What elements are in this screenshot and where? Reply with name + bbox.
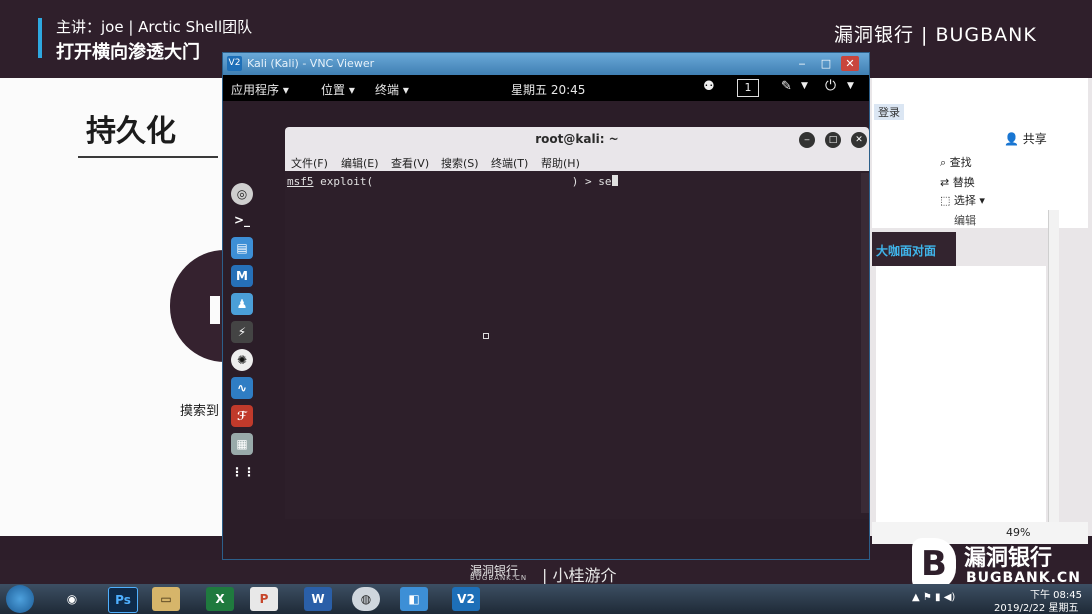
terminal-maximize-button[interactable]: □ xyxy=(825,132,841,148)
presenter-label: 主讲：joe | Arctic Shell团队 xyxy=(56,18,253,36)
maximize-button[interactable]: □ xyxy=(817,56,835,71)
terminal-header[interactable]: root@kali: ~ ‒ □ ✕ xyxy=(285,127,869,153)
bugbank-logo-cn: 漏洞银行 xyxy=(964,546,1053,571)
photoshop-icon[interactable]: Ps xyxy=(108,587,138,613)
slide-circle-mark xyxy=(210,296,220,324)
terminal-minimize-button[interactable]: ‒ xyxy=(799,132,815,148)
terminal-window[interactable]: root@kali: ~ ‒ □ ✕ 文件(F) 编辑(E) 查看(V) 搜索(… xyxy=(285,127,869,519)
menu-file[interactable]: 文件(F) xyxy=(291,155,328,171)
start-button[interactable] xyxy=(6,585,34,613)
system-tray[interactable]: ▲ ⚑ ▮ ◀) xyxy=(912,592,955,603)
vnc-icon[interactable]: V2 xyxy=(452,587,480,611)
word-icon[interactable]: W xyxy=(304,587,332,611)
chevron-down-icon: ▾ xyxy=(979,194,985,207)
slide-title: 持久化 xyxy=(86,114,176,149)
banner-accent-bar xyxy=(38,18,42,58)
share-button[interactable]: 👤 共享 xyxy=(1004,130,1047,147)
files-icon[interactable]: ▤ xyxy=(231,237,253,259)
vnc-app-icon: V2 xyxy=(227,56,242,71)
terminal-title: root@kali: ~ xyxy=(535,132,619,146)
menu-help[interactable]: 帮助(H) xyxy=(541,155,580,171)
kali-desktop[interactable]: 应用程序 ▾ 位置 ▾ 终端 ▾ 星期五 20:45 ⚉ 1 ✎ ▼ ⏻ ▼ ◎… xyxy=(223,75,869,559)
vnc-viewer-window[interactable]: V2 Kali (Kali) - VNC Viewer ‒ □ ✕ 应用程序 ▾… xyxy=(222,52,870,560)
terminal-scrollbar[interactable] xyxy=(861,173,869,513)
excel-icon[interactable]: X xyxy=(206,587,234,611)
terminal-menubar: 文件(F) 编辑(E) 查看(V) 搜索(S) 终端(T) 帮助(H) xyxy=(285,153,869,171)
user-icon: 👤 xyxy=(1004,132,1019,146)
burp-icon[interactable]: ⚡ xyxy=(231,321,253,343)
show-apps-icon[interactable]: ⋮⋮ xyxy=(231,461,255,483)
course-title: 打开横向渗透大门 xyxy=(56,42,200,63)
bugbank-logo-mark: B xyxy=(912,538,956,590)
kali-top-panel: 应用程序 ▾ 位置 ▾ 终端 ▾ 星期五 20:45 ⚉ 1 ✎ ▼ ⏻ ▼ xyxy=(223,75,869,101)
share-label: 共享 xyxy=(1022,132,1047,146)
navigation-label: 大咖面对面 xyxy=(876,244,937,258)
windows-taskbar: ◉ Ps ▭ X P W ◍ ◧ V2 ▲ ⚑ ▮ ◀) 下午 08:45 20… xyxy=(0,584,1092,614)
replace-icon: ⇄ xyxy=(940,176,950,189)
people-icon[interactable]: ⚉ xyxy=(703,79,715,94)
command-suffix: ) > se xyxy=(373,175,612,188)
menu-search[interactable]: 搜索(S) xyxy=(441,155,479,171)
armitage-icon[interactable]: ♟ xyxy=(231,293,253,315)
text-cursor xyxy=(611,175,618,186)
powerpoint-icon[interactable]: P xyxy=(250,587,278,611)
select-label: 选择 xyxy=(953,194,976,207)
select-button[interactable]: ⬚ 选择 ▾ xyxy=(940,192,985,208)
editor-window: 登录 👤 共享 ⌕ 查找 ⇄ 替换 ⬚ 选择 ▾ 编辑 大咖面对面 49% xyxy=(868,78,1092,544)
panel-clock[interactable]: 星期五 20:45 xyxy=(511,81,585,98)
menu-edit[interactable]: 编辑(E) xyxy=(341,155,379,171)
metasploit-icon[interactable]: M xyxy=(231,265,253,287)
chevron-down-icon[interactable]: ▼ xyxy=(801,81,808,91)
select-icon: ⬚ xyxy=(940,194,951,207)
terminal-menu[interactable]: 终端 ▾ xyxy=(375,81,409,98)
replace-label: 替换 xyxy=(952,176,975,189)
kali-dock: ◎ >_ ▤ M ♟ ⚡ ✺ ∿ ℱ ▦ ⋮⋮ xyxy=(231,183,257,513)
chrome-icon[interactable]: ◉ xyxy=(58,587,86,611)
leafpad-icon[interactable]: ▦ xyxy=(231,433,253,455)
tab-login[interactable]: 登录 xyxy=(874,104,904,120)
power-icon[interactable]: ⏻ xyxy=(825,78,836,94)
vmware-icon[interactable]: ◧ xyxy=(400,587,428,611)
search-icon: ⌕ xyxy=(940,156,947,169)
bottom-brand-motto: | 小桂游介 xyxy=(542,566,617,585)
msf-prompt: msf5 xyxy=(287,175,314,188)
menu-terminal[interactable]: 终端(T) xyxy=(491,155,528,171)
maltego-icon[interactable]: ✺ xyxy=(231,349,253,371)
browser-icon[interactable]: ◎ xyxy=(231,183,253,205)
command-prefix: exploit( xyxy=(313,175,374,188)
mouse-pointer xyxy=(483,333,489,339)
menu-view[interactable]: 查看(V) xyxy=(391,155,429,171)
brand-logo-top: 漏洞银行 | BUGBANK xyxy=(834,24,1037,46)
faraday-icon[interactable]: ℱ xyxy=(231,405,253,427)
presentation-slide: 持久化 摸索到 xyxy=(0,78,280,536)
bottom-brand-en: BUGBANK.CN xyxy=(470,574,528,582)
slide-divider xyxy=(78,156,218,158)
vnc-window-title: Kali (Kali) - VNC Viewer xyxy=(247,57,375,70)
wireshark-icon[interactable]: ∿ xyxy=(231,377,253,399)
terminal-command-line[interactable]: msf5 exploit( ) > se xyxy=(287,175,618,188)
applications-menu[interactable]: 应用程序 ▾ xyxy=(231,81,289,98)
document-page[interactable] xyxy=(876,266,1046,528)
find-label: 查找 xyxy=(949,156,972,169)
vnc-titlebar[interactable]: V2 Kali (Kali) - VNC Viewer ‒ □ ✕ xyxy=(223,53,869,75)
chevron-down-icon[interactable]: ▼ xyxy=(847,81,854,91)
find-button[interactable]: ⌕ 查找 xyxy=(940,154,972,170)
explorer-icon[interactable]: ▭ xyxy=(152,587,180,611)
places-menu[interactable]: 位置 ▾ xyxy=(321,81,355,98)
minimize-button[interactable]: ‒ xyxy=(793,56,811,71)
terminal-close-button[interactable]: ✕ xyxy=(851,132,867,148)
workspace-indicator[interactable]: 1 xyxy=(737,79,759,97)
terminal-icon[interactable]: >_ xyxy=(231,209,253,231)
taskbar-date[interactable]: 2019/2/22 星期五 xyxy=(994,599,1078,614)
brush-icon[interactable]: ✎ xyxy=(781,79,792,94)
edit-group-label: 编辑 xyxy=(954,214,976,227)
vertical-scrollbar[interactable] xyxy=(1048,210,1059,528)
close-button[interactable]: ✕ xyxy=(841,56,859,71)
slide-caption: 摸索到 xyxy=(180,404,220,419)
replace-button[interactable]: ⇄ 替换 xyxy=(940,174,975,190)
player-icon[interactable]: ◍ xyxy=(352,587,380,611)
